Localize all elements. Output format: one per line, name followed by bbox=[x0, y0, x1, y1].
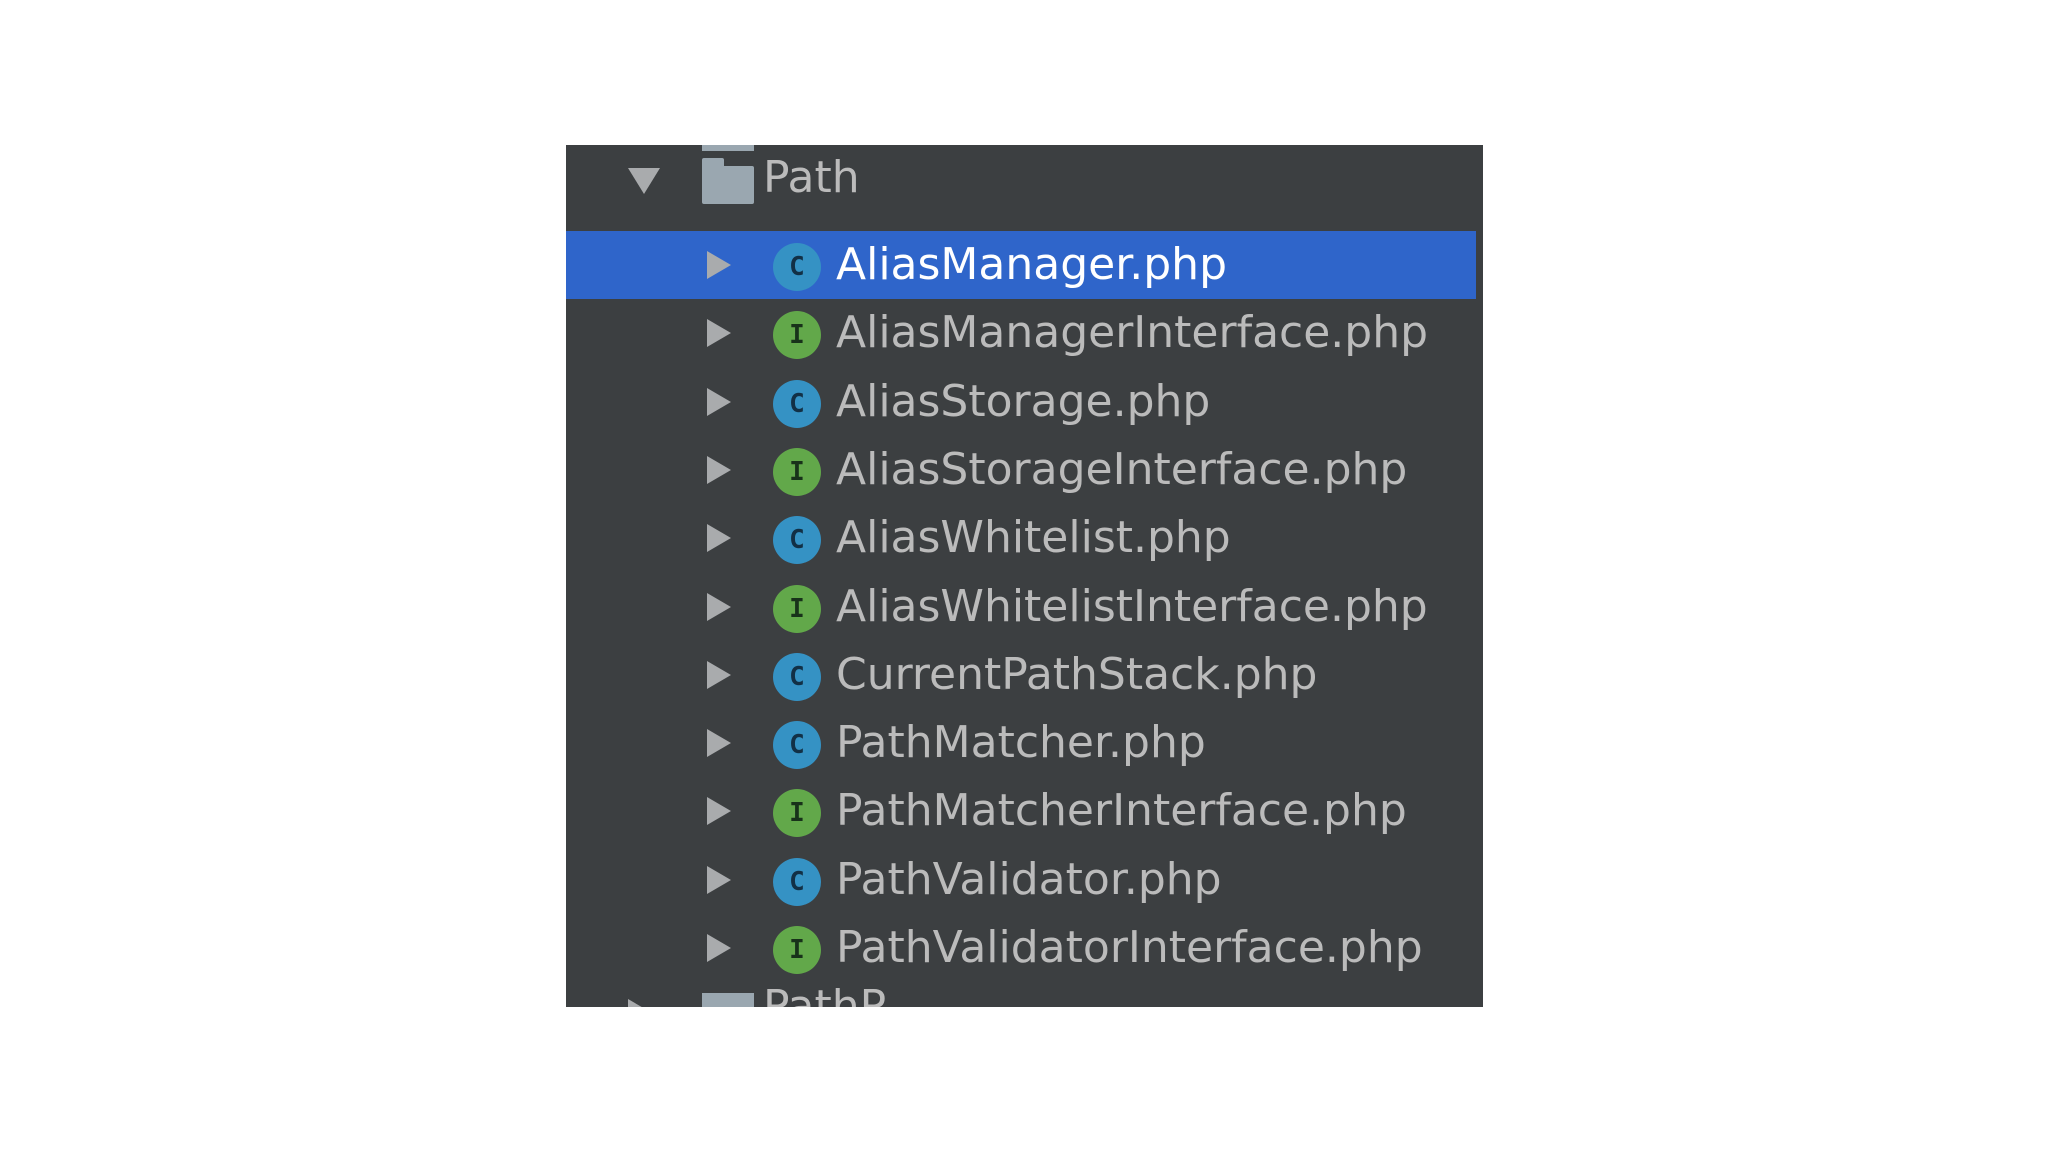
class-badge-icon: C bbox=[773, 243, 821, 291]
folder-icon bbox=[702, 993, 754, 1007]
expand-arrow-right-icon[interactable] bbox=[707, 729, 731, 758]
expand-arrow-right-icon[interactable] bbox=[707, 387, 731, 416]
expand-arrow-down-icon[interactable] bbox=[628, 168, 660, 194]
file-name: AliasWhitelistInterface.php bbox=[836, 580, 1428, 632]
tree-file-row[interactable]: I AliasStorageInterface.php bbox=[566, 436, 1476, 504]
tree-file-row[interactable]: I AliasManagerInterface.php bbox=[566, 299, 1476, 367]
expand-arrow-right-icon[interactable] bbox=[707, 797, 731, 826]
interface-badge-icon: I bbox=[773, 584, 821, 633]
interface-badge-icon: I bbox=[773, 926, 821, 974]
expand-arrow-right-icon[interactable] bbox=[707, 865, 731, 894]
class-badge-icon: C bbox=[773, 516, 821, 565]
file-name: PathMatcher.php bbox=[836, 717, 1206, 769]
file-name: AliasManager.php bbox=[836, 239, 1227, 290]
expand-arrow-right-icon[interactable] bbox=[707, 592, 731, 621]
folder-icon bbox=[702, 158, 754, 204]
tree-file-row[interactable]: C CurrentPathStack.php bbox=[566, 641, 1476, 709]
file-name: CurrentPathStack.php bbox=[836, 648, 1318, 700]
class-badge-icon: C bbox=[773, 857, 821, 906]
tree-file-row[interactable]: C PathMatcher.php bbox=[566, 709, 1476, 777]
file-name: PathMatcherInterface.php bbox=[836, 785, 1407, 837]
file-name: AliasStorage.php bbox=[836, 375, 1211, 427]
expand-arrow-right-icon[interactable] bbox=[707, 251, 731, 279]
interface-badge-icon: I bbox=[773, 789, 821, 838]
collapse-arrow-right-icon[interactable] bbox=[628, 999, 652, 1007]
file-name: AliasManagerInterface.php bbox=[836, 307, 1429, 359]
folder-label-partial[interactable]: PathP bbox=[763, 981, 886, 1007]
interface-badge-icon: I bbox=[773, 311, 821, 360]
tree-folder-path[interactable]: Path bbox=[566, 145, 1476, 212]
folder-label: Path bbox=[763, 152, 860, 203]
expand-arrow-right-icon[interactable] bbox=[707, 455, 731, 484]
class-badge-icon: C bbox=[773, 721, 821, 770]
interface-badge-icon: I bbox=[773, 447, 821, 496]
expand-arrow-right-icon[interactable] bbox=[707, 524, 731, 553]
file-name: AliasStorageInterface.php bbox=[836, 443, 1408, 495]
expand-arrow-right-icon[interactable] bbox=[707, 934, 731, 962]
file-name: PathValidator.php bbox=[836, 853, 1222, 905]
tree-file-row[interactable]: C AliasWhitelist.php bbox=[566, 504, 1476, 572]
tree-file-row[interactable]: C AliasStorage.php bbox=[566, 368, 1476, 436]
tree-file-row[interactable]: C AliasManager.php bbox=[566, 231, 1476, 299]
expand-arrow-right-icon[interactable] bbox=[707, 319, 731, 348]
tree-file-row[interactable]: I PathMatcherInterface.php bbox=[566, 777, 1476, 845]
tree-file-row[interactable]: I PathValidatorInterface.php bbox=[566, 914, 1476, 982]
file-name: AliasWhitelist.php bbox=[836, 512, 1231, 564]
project-tree-panel: Path C AliasManager.php I AliasManagerInter… bbox=[566, 145, 1483, 1007]
tree-file-row[interactable]: I AliasWhitelistInterface.php bbox=[566, 573, 1476, 641]
class-badge-icon: C bbox=[773, 652, 821, 701]
file-name: PathValidatorInterface.php bbox=[836, 922, 1423, 973]
class-badge-icon: C bbox=[773, 379, 821, 428]
tree-file-row[interactable]: C PathValidator.php bbox=[566, 846, 1476, 914]
expand-arrow-right-icon[interactable] bbox=[707, 660, 731, 689]
